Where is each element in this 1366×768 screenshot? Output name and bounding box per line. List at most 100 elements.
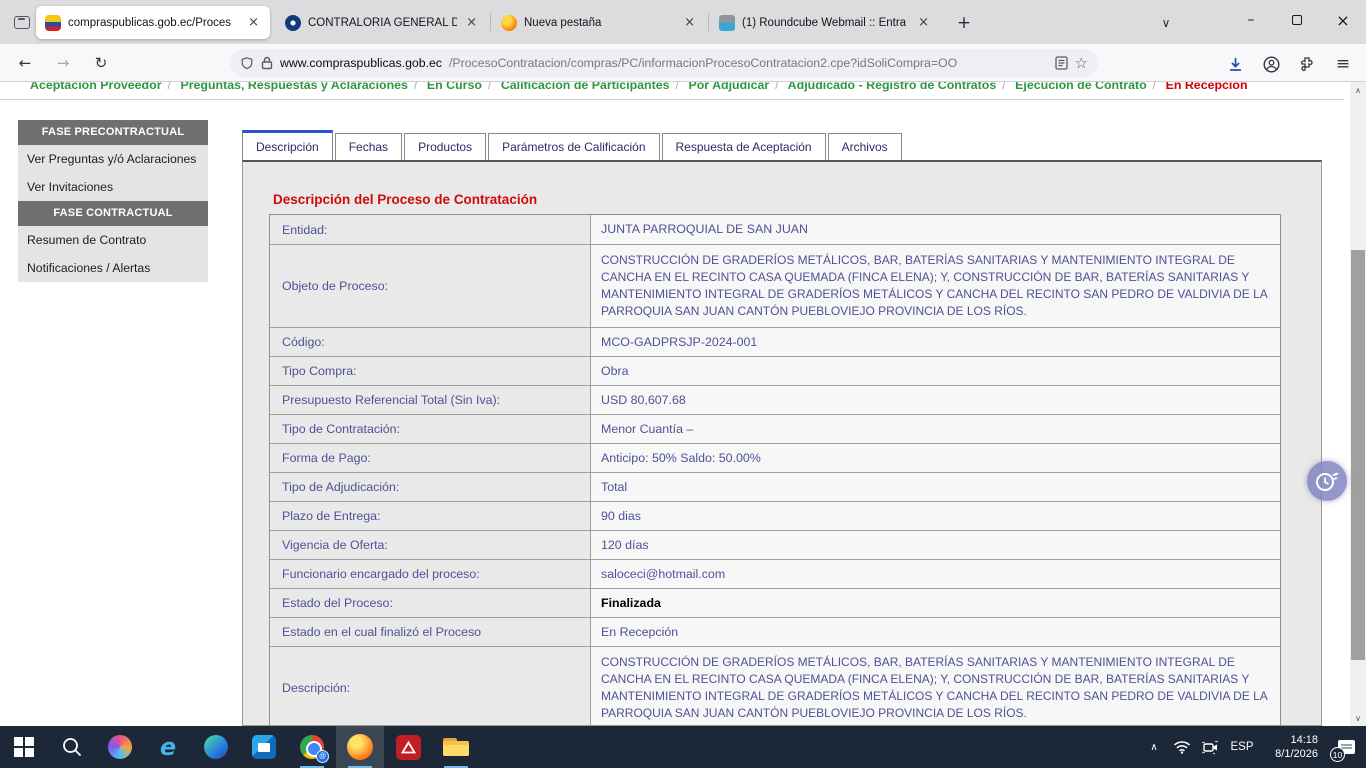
browser-tab-bar: compraspublicas.gob.ec/Proces × CONTRALO… xyxy=(0,0,1366,44)
sidebar-header-precontractual: FASE PRECONTRACTUAL xyxy=(18,120,208,145)
start-button[interactable] xyxy=(0,726,48,768)
row-label: Estado en el cual finalizó el Proceso xyxy=(270,618,590,646)
table-row: Tipo Compra:Obra xyxy=(270,356,1280,385)
window-minimize-button[interactable]: – xyxy=(1228,0,1274,40)
tab-title: CONTRALORIA GENERAL DEL ES xyxy=(308,17,457,29)
row-label: Forma de Pago: xyxy=(270,444,590,472)
bookmark-star-icon[interactable]: ☆ xyxy=(1075,54,1088,72)
tab-descripcion[interactable]: Descripción xyxy=(242,130,333,160)
table-row: Vigencia de Oferta:120 días xyxy=(270,530,1280,559)
tab-fechas[interactable]: Fechas xyxy=(335,133,402,160)
row-label: Plazo de Entrega: xyxy=(270,502,590,530)
breadcrumb-item[interactable]: Por Adjudicar xyxy=(688,82,769,92)
timer-extension-widget[interactable] xyxy=(1307,461,1347,501)
chrome-button[interactable]: @ xyxy=(288,726,336,768)
tab-close-icon[interactable]: × xyxy=(916,15,931,30)
table-row: Estado del Proceso:Finalizada xyxy=(270,588,1280,617)
browser-tab-compraspublicas[interactable]: compraspublicas.gob.ec/Proces × xyxy=(36,6,270,39)
new-tab-button[interactable]: + xyxy=(950,9,978,37)
wifi-icon[interactable] xyxy=(1168,726,1196,768)
back-button[interactable]: ← xyxy=(12,51,38,75)
breadcrumb-item[interactable]: Aceptación Proveedor xyxy=(30,82,162,92)
sidebar-item-notificaciones[interactable]: Notificaciones / Alertas xyxy=(18,254,208,282)
meet-now-camera-icon[interactable] xyxy=(1196,726,1224,768)
notification-center-button[interactable]: 10 xyxy=(1326,726,1366,768)
edge-button[interactable] xyxy=(192,726,240,768)
chrome-icon: @ xyxy=(300,735,324,759)
breadcrumb-item[interactable]: Calificación de Participantes xyxy=(501,82,670,92)
extension-icon[interactable] xyxy=(1294,52,1320,76)
breadcrumb-item[interactable]: Preguntas, Respuestas y Aclaraciones xyxy=(180,82,408,92)
tab-parametros[interactable]: Parámetros de Calificación xyxy=(488,133,659,160)
window-close-button[interactable]: × xyxy=(1320,0,1366,40)
reload-button[interactable]: ↻ xyxy=(88,51,114,75)
outlook-icon xyxy=(252,735,276,759)
firefox-button[interactable] xyxy=(336,726,384,768)
search-button[interactable] xyxy=(48,726,96,768)
browser-tab-nueva-pestana[interactable]: Nueva pestaña × xyxy=(492,6,706,39)
tab-productos[interactable]: Productos xyxy=(404,133,486,160)
divider xyxy=(0,99,1344,100)
row-label: Tipo de Adjudicación: xyxy=(270,473,590,501)
winged-clock-icon xyxy=(1312,466,1342,496)
sidebar-item-resumen-contrato[interactable]: Resumen de Contrato xyxy=(18,226,208,254)
row-value: Anticipo: 50% Saldo: 50.00% xyxy=(590,444,1280,472)
acrobat-icon xyxy=(396,735,421,760)
copilot-icon xyxy=(108,735,132,759)
tab-separator xyxy=(708,13,709,31)
row-label: Entidad: xyxy=(270,215,590,244)
table-row: Descripción:CONSTRUCCIÓN DE GRADERÍOS ME… xyxy=(270,646,1280,726)
acrobat-button[interactable] xyxy=(384,726,432,768)
tab-respuesta[interactable]: Respuesta de Aceptación xyxy=(662,133,826,160)
browser-tab-roundcube[interactable]: (1) Roundcube Webmail :: Entra × xyxy=(710,6,940,39)
breadcrumb-item[interactable]: Adjudicado - Registro de Contratos xyxy=(788,82,997,92)
browser-tab-contraloria[interactable]: CONTRALORIA GENERAL DEL ES × xyxy=(276,6,488,39)
row-value: En Recepción xyxy=(590,618,1280,646)
outlook-button[interactable] xyxy=(240,726,288,768)
lock-icon[interactable] xyxy=(261,56,273,70)
row-value: 90 dias xyxy=(590,502,1280,530)
window-maximize-button[interactable] xyxy=(1274,0,1320,40)
breadcrumb-item-current: En Recepción xyxy=(1166,82,1248,92)
table-row: Tipo de Contratación:Menor Cuantía – xyxy=(270,414,1280,443)
scrollbar-thumb[interactable] xyxy=(1351,250,1365,660)
file-explorer-button[interactable] xyxy=(432,726,480,768)
language-indicator[interactable]: ESP xyxy=(1224,741,1260,753)
downloads-icon[interactable] xyxy=(1222,52,1248,76)
sidebar-item-ver-preguntas[interactable]: Ver Preguntas y/ó Aclaraciones xyxy=(18,145,208,173)
tab-close-icon[interactable]: × xyxy=(464,15,479,30)
firefox-view-button[interactable] xyxy=(10,11,34,33)
sidebar-item-ver-invitaciones[interactable]: Ver Invitaciones xyxy=(18,173,208,201)
file-explorer-icon xyxy=(443,738,469,756)
breadcrumb-separator: / xyxy=(670,82,685,92)
list-all-tabs-chevron-icon[interactable]: ∨ xyxy=(1152,9,1180,37)
shield-icon[interactable] xyxy=(240,56,254,71)
firefox-icon xyxy=(347,734,373,760)
row-value: USD 80,607.68 xyxy=(590,386,1280,414)
address-bar[interactable]: www.compraspublicas.gob.ec/ProcesoContra… xyxy=(230,49,1098,77)
account-icon[interactable] xyxy=(1258,52,1284,76)
clock[interactable]: 14:18 8/1/2026 xyxy=(1260,733,1318,761)
url-domain: www.compraspublicas.gob.ec xyxy=(280,56,442,70)
reader-mode-icon[interactable] xyxy=(1055,56,1068,70)
tab-archivos[interactable]: Archivos xyxy=(828,133,902,160)
table-row: Código:MCO-GADPRSJP-2024-001 xyxy=(270,327,1280,356)
windows-logo-icon xyxy=(14,737,34,757)
forward-button[interactable]: → xyxy=(50,51,76,75)
copilot-button[interactable] xyxy=(96,726,144,768)
scroll-down-arrow-icon[interactable]: ∨ xyxy=(1350,710,1366,726)
hamburger-menu-icon[interactable]: ≡ xyxy=(1330,52,1356,76)
tab-close-icon[interactable]: × xyxy=(682,15,697,30)
table-row: Funcionario encargado del proceso:saloce… xyxy=(270,559,1280,588)
tab-close-icon[interactable]: × xyxy=(246,15,261,30)
breadcrumb-item[interactable]: Ejecución de Contrato xyxy=(1015,82,1147,92)
internet-explorer-button[interactable]: e xyxy=(144,726,192,768)
row-label: Objeto de Proceso: xyxy=(270,245,590,327)
breadcrumb-item[interactable]: En Curso xyxy=(427,82,482,92)
webpage-viewport: Aceptación Proveedor / Preguntas, Respues… xyxy=(0,82,1366,726)
table-row: Plazo de Entrega:90 dias xyxy=(270,501,1280,530)
scroll-up-arrow-icon[interactable]: ∧ xyxy=(1350,82,1366,98)
tray-chevron-up-icon[interactable]: ∧ xyxy=(1140,726,1168,768)
page-scrollbar[interactable]: ∧ ∨ xyxy=(1350,82,1366,726)
tray-date: 8/1/2026 xyxy=(1275,748,1318,760)
